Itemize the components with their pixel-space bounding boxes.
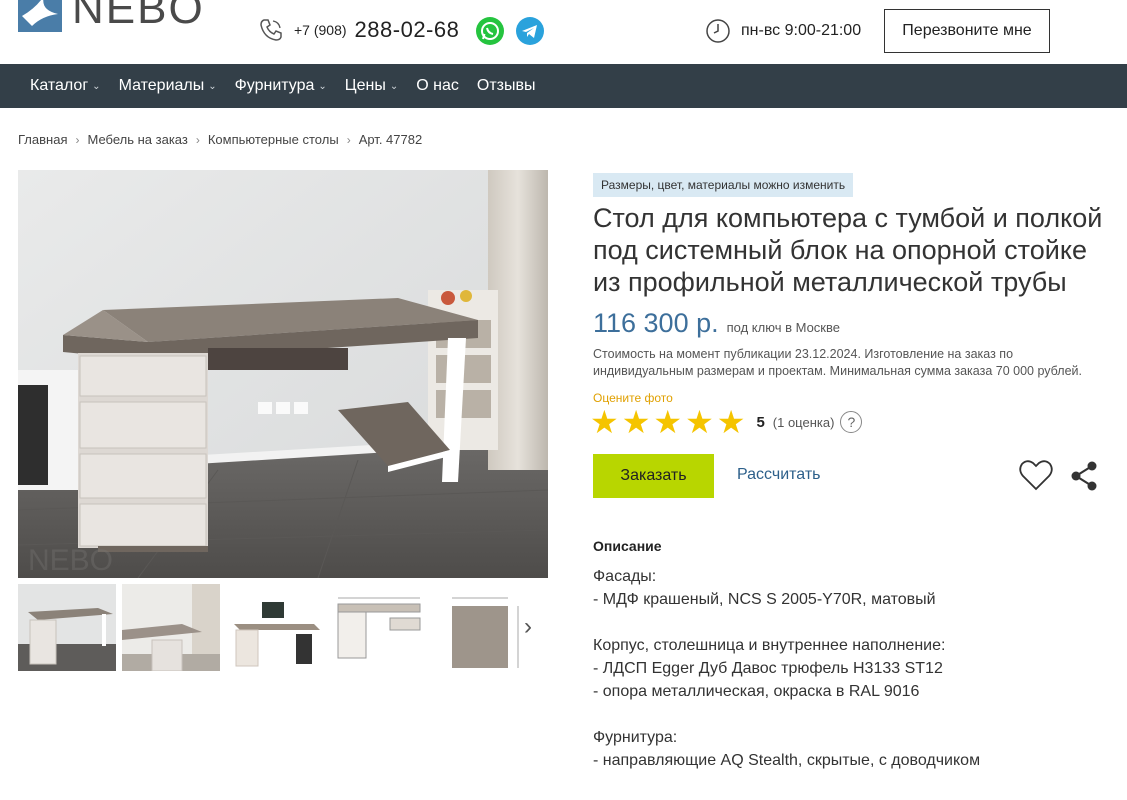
telegram-icon[interactable] <box>516 17 544 45</box>
product-main-photo[interactable]: NEBO <box>18 170 548 578</box>
description-line <box>593 703 1113 726</box>
phone-number[interactable]: 288-02-68 <box>355 17 460 43</box>
price-value: 116 300 р. <box>593 308 719 338</box>
help-icon[interactable]: ? <box>840 411 863 433</box>
thumbnail-4[interactable] <box>330 584 428 671</box>
breadcrumb-custom-furniture[interactable]: Мебель на заказ <box>87 132 187 147</box>
whatsapp-icon[interactable] <box>476 17 504 45</box>
thumbnail-3[interactable] <box>226 584 324 671</box>
nav-item-hardware[interactable]: Фурнитура ⌄ <box>235 77 327 95</box>
phone-icon <box>260 19 282 41</box>
heart-icon[interactable] <box>1018 458 1054 492</box>
nav-item-label: Отзывы <box>476 77 536 94</box>
nav-item-materials[interactable]: Материалы ⌄ <box>119 77 217 95</box>
site-header: NEBO +7 (908) 288-02-68 пн-вс 9:00-21:00… <box>0 0 1127 64</box>
thumbnail-5[interactable] <box>434 584 532 671</box>
calculate-link[interactable]: Рассчитать <box>737 466 821 484</box>
logo-text: NEBO <box>72 0 205 33</box>
nav-item-about[interactable]: О нас <box>416 77 459 95</box>
phone-block[interactable]: +7 (908) 288-02-68 <box>258 17 459 43</box>
breadcrumb: Главная › Мебель на заказ › Компьютерные… <box>18 132 422 147</box>
working-hours: пн-вс 9:00-21:00 <box>705 18 861 44</box>
chevron-down-icon: ⌄ <box>208 80 217 92</box>
chevron-right-icon: › <box>346 132 351 147</box>
description-title: Описание <box>593 538 662 554</box>
breadcrumb-computer-desks[interactable]: Компьютерные столы <box>208 132 339 147</box>
rating-stars: ★ ★ ★ ★ ★ 5 (1 оценка) ? <box>590 406 863 438</box>
nav-item-prices[interactable]: Цены ⌄ <box>345 77 398 95</box>
description-line: Корпус, столешница и внутреннее наполнен… <box>593 637 946 654</box>
thumbnail-2[interactable] <box>122 584 220 671</box>
price-disclaimer: Стоимость на момент публикации 23.12.202… <box>593 347 1082 378</box>
description-line: - МДФ крашеный, NCS S 2005-Y70R, матовый <box>593 591 936 608</box>
nav-item-label: Каталог <box>30 77 89 94</box>
star-icon[interactable]: ★ <box>653 406 682 438</box>
description-line: - ЛДСП Egger Дуб Давос трюфель H3133 ST1… <box>593 660 943 677</box>
nav-item-label: Цены <box>344 77 386 94</box>
nav-item-label: Материалы <box>118 77 205 94</box>
chevron-down-icon: ⌄ <box>389 80 399 92</box>
callback-button[interactable]: Перезвоните мне <box>884 9 1050 53</box>
breadcrumb-article: Арт. 47782 <box>358 132 423 147</box>
price-block: 116 300 р. под ключ в Москве <box>593 308 840 339</box>
nav-item-reviews[interactable]: Отзывы <box>477 77 536 95</box>
customizable-tag: Размеры, цвет, материалы можно изменить <box>593 173 854 197</box>
share-icon[interactable] <box>1070 460 1098 492</box>
thumbnail-1[interactable] <box>18 584 116 671</box>
rating-value: 5 <box>756 413 765 431</box>
nav-item-catalog[interactable]: Каталог ⌄ <box>30 77 101 95</box>
chevron-right-icon: › <box>195 132 200 147</box>
hours-text: пн-вс 9:00-21:00 <box>741 22 862 39</box>
description-line: - направляющие AQ Stealth, скрытые, с до… <box>593 752 981 769</box>
chevron-right-icon[interactable]: › <box>524 613 532 641</box>
star-icon[interactable]: ★ <box>685 406 714 438</box>
nav-item-label: Фурнитура <box>234 77 315 94</box>
rating-count: (1 оценка) <box>772 414 835 430</box>
rate-photo-label: Оцените фото <box>593 391 673 405</box>
chevron-down-icon: ⌄ <box>92 80 101 92</box>
description-line: Фасады: <box>593 568 657 585</box>
chevron-right-icon: › <box>75 132 80 147</box>
clock-icon <box>706 19 730 43</box>
description-line: Фурнитура: <box>593 729 678 746</box>
svg-text:NEBO: NEBO <box>28 544 113 577</box>
main-nav: Каталог ⌄ Материалы ⌄ Фурнитура ⌄ Цены ⌄… <box>0 64 1127 108</box>
description-line <box>593 611 1113 634</box>
order-button[interactable]: Заказать <box>593 454 714 498</box>
price-note: под ключ в Москве <box>726 320 840 335</box>
phone-code: +7 (908) <box>294 22 347 38</box>
star-icon[interactable]: ★ <box>717 406 746 438</box>
nav-item-label: О нас <box>416 77 459 94</box>
breadcrumb-home[interactable]: Главная <box>18 132 67 147</box>
product-title: Стол для компьютера с тумбой и полкой по… <box>593 203 1103 297</box>
logo[interactable]: NEBO <box>18 0 205 32</box>
chevron-down-icon: ⌄ <box>318 80 327 92</box>
thumbnail-strip <box>18 584 548 671</box>
description-body: Фасады: - МДФ крашеный, NCS S 2005-Y70R,… <box>593 565 1113 772</box>
logo-mark-icon <box>18 0 62 32</box>
star-icon[interactable]: ★ <box>590 406 619 438</box>
star-icon[interactable]: ★ <box>622 406 651 438</box>
description-line: - опора металлическая, окраска в RAL 901… <box>593 683 920 700</box>
